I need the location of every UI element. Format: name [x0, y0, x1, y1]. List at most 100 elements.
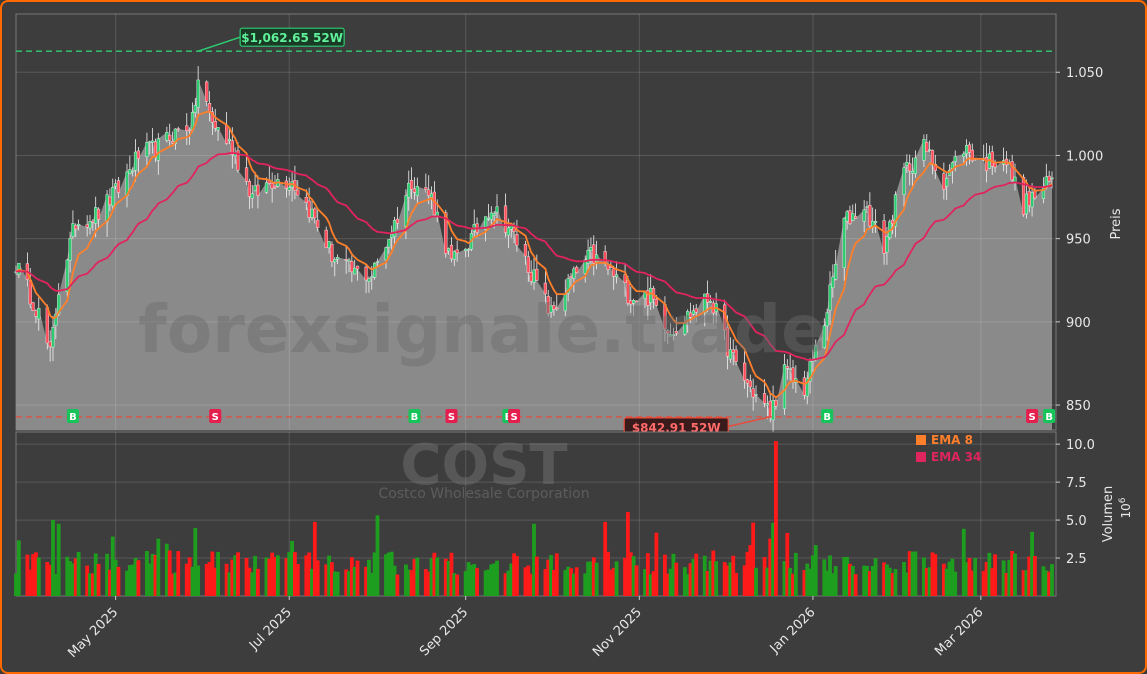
candle-body	[244, 167, 249, 182]
candle-body	[614, 274, 619, 278]
candle-body	[612, 268, 616, 277]
candle-body	[990, 151, 994, 167]
volume-bar	[614, 561, 619, 596]
candle-body	[227, 138, 232, 141]
volume-axis-multiplier: 106	[1118, 497, 1133, 518]
candle-body	[845, 211, 849, 222]
candle-body	[74, 225, 78, 230]
candle-body	[45, 307, 49, 344]
volume-bar	[793, 552, 798, 596]
candle-body	[486, 218, 491, 220]
x-tick-label: Nov 2025	[590, 605, 645, 660]
candle-body	[205, 81, 209, 102]
candle-body	[930, 149, 935, 166]
candle-body	[213, 120, 217, 129]
candle-body	[905, 161, 909, 166]
candle-body	[131, 170, 135, 173]
signal-label: B	[69, 412, 77, 423]
candle-body	[71, 223, 75, 237]
volume-bar	[873, 558, 878, 596]
volume-bar	[933, 554, 938, 596]
candle-body	[1047, 175, 1051, 182]
volume-bar	[953, 571, 958, 596]
candle-body	[427, 189, 431, 196]
candle-body	[506, 227, 510, 236]
candle-body	[148, 141, 152, 143]
volume-tick-label: 2.5	[1066, 552, 1087, 567]
volume-bar	[415, 557, 420, 596]
candle-body	[745, 379, 750, 384]
price-tick-label: 900	[1066, 316, 1091, 331]
candle-body	[34, 310, 38, 317]
volume-bar	[136, 560, 141, 596]
candle-body	[774, 400, 778, 407]
candle-body	[765, 403, 769, 406]
candle-body	[503, 205, 508, 233]
volume-bar	[1050, 564, 1054, 596]
candle-body	[908, 163, 912, 172]
candle-body	[51, 327, 55, 348]
candle-body	[253, 185, 257, 192]
candle-body	[85, 224, 89, 228]
candle-body	[575, 267, 579, 273]
signal-label: S	[212, 412, 219, 423]
candle-body	[387, 239, 391, 248]
candle-body	[256, 184, 260, 196]
candle-body	[447, 248, 451, 252]
candle-body	[151, 140, 155, 143]
candle-body	[170, 140, 175, 144]
candle-body	[882, 220, 886, 254]
candle-body	[768, 400, 772, 418]
volume-bar	[1033, 556, 1037, 596]
price-tick-label: 1.000	[1066, 149, 1103, 164]
candle-body	[247, 181, 251, 197]
volume-bar	[1013, 553, 1017, 596]
candle-body	[1050, 177, 1054, 180]
candle-body	[48, 341, 52, 348]
candle-body	[114, 183, 118, 187]
candle-body	[862, 209, 866, 222]
volume-bar	[116, 566, 121, 596]
volume-bar	[554, 553, 559, 596]
candle-body	[304, 196, 308, 203]
candle-body	[77, 223, 81, 227]
candle-body	[296, 189, 300, 196]
candle-body	[128, 169, 132, 174]
volume-bar	[574, 567, 579, 596]
candle-body	[535, 268, 539, 281]
candle-body	[984, 157, 989, 171]
candle-body	[902, 167, 906, 195]
candle-body	[264, 182, 269, 193]
candle-body	[373, 262, 377, 278]
candle-body	[91, 220, 95, 223]
legend-ema8-label: EMA 8	[931, 433, 973, 447]
signal-label: S	[1028, 412, 1035, 423]
volume-bar	[295, 564, 300, 596]
x-tick-label: Sep 2025	[417, 605, 471, 659]
candle-body	[367, 278, 371, 282]
volume-bar	[813, 545, 818, 596]
candle-body	[105, 194, 109, 223]
signal-label: B	[1045, 412, 1053, 423]
candle-body	[589, 247, 593, 252]
volume-bar	[754, 567, 758, 596]
candle-body	[464, 248, 468, 251]
volume-bar	[36, 557, 41, 596]
candle-body	[603, 251, 607, 264]
volume-bar	[156, 538, 161, 596]
candle-body	[842, 217, 846, 268]
candle-body	[466, 248, 471, 251]
candle-body	[885, 236, 889, 253]
candle-body	[307, 200, 311, 218]
candle-body	[854, 216, 858, 219]
candle-body	[910, 171, 915, 174]
candle-body	[31, 302, 35, 311]
legend-ema34-swatch	[916, 452, 926, 462]
volume-bar	[455, 574, 460, 596]
candle-body	[17, 262, 21, 275]
candle-body	[165, 132, 169, 141]
candle-body	[225, 125, 229, 144]
volume-bar	[435, 557, 440, 596]
candle-body	[967, 144, 972, 153]
level-label: $1,062.65 52W	[241, 31, 343, 45]
